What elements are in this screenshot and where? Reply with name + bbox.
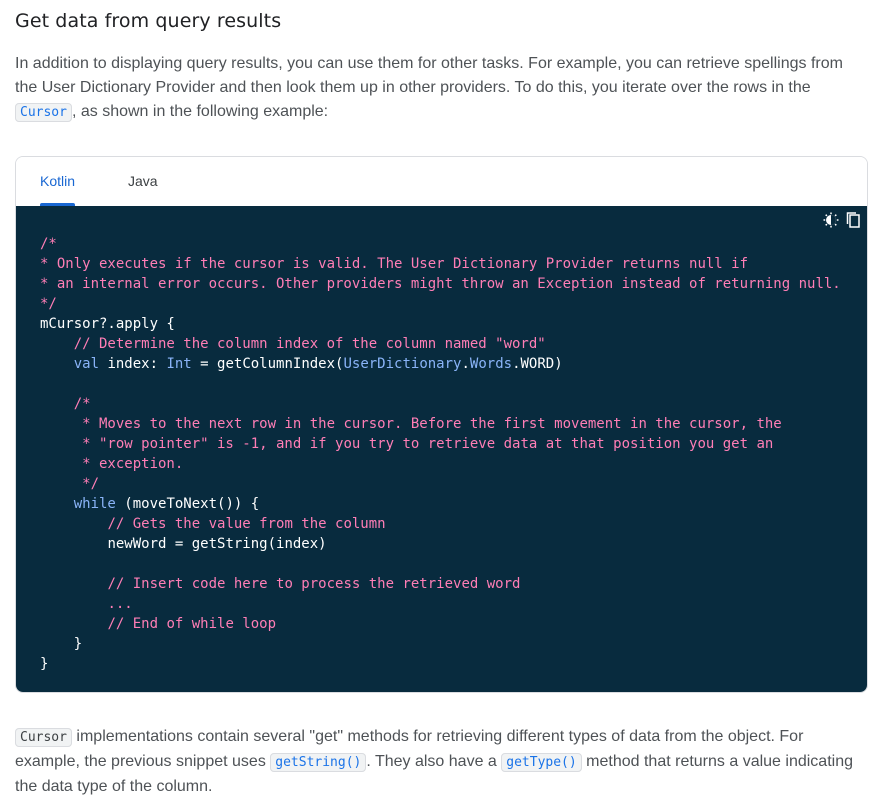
code-line: * Only executes if the cursor is valid. … <box>40 256 749 272</box>
code-token: (moveToNext()) { <box>115 496 260 512</box>
intro-text-2: , as shown in the following example: <box>71 103 329 120</box>
cursor-code-link[interactable]: Cursor <box>15 103 72 122</box>
outro-paragraph: Cursor implementations contain several "… <box>15 725 869 799</box>
code-line: * "row pointer" is -1, and if you try to… <box>73 436 774 452</box>
tab-java[interactable]: Java <box>128 157 158 206</box>
code-line: } <box>40 656 49 672</box>
code-class: UserDictionary <box>343 356 462 372</box>
code-snippet: Kotlin Java /* * Only executes if the cu… <box>15 156 868 693</box>
intro-paragraph: In addition to displaying query results,… <box>15 52 869 125</box>
code-token: index: <box>99 356 167 372</box>
code-keyword: while <box>73 496 116 512</box>
code-block: /* * Only executes if the cursor is vali… <box>16 206 867 692</box>
tab-kotlin[interactable]: Kotlin <box>40 157 76 206</box>
code-line: /* <box>40 236 57 252</box>
code-line: newWord = getString(index) <box>107 536 327 552</box>
code-token: . <box>461 356 470 372</box>
code-keyword: val <box>73 356 100 372</box>
code-class: Words <box>469 356 513 372</box>
cursor-code: Cursor <box>15 728 72 747</box>
gettype-code-link[interactable]: getType() <box>501 753 582 772</box>
code-line: // Insert code here to process the retri… <box>107 576 521 592</box>
code-token: .WORD) <box>512 356 563 372</box>
code-token: = getColumnIndex( <box>191 356 344 372</box>
code-line: } <box>40 636 83 652</box>
code-line: // Gets the value from the column <box>107 516 386 532</box>
intro-text-1: In addition to displaying query results,… <box>15 55 843 96</box>
section-heading: Get data from query results <box>15 10 282 32</box>
code-toolbar <box>823 212 861 228</box>
dark-mode-toggle-icon[interactable] <box>823 212 839 228</box>
getstring-code-link[interactable]: getString() <box>270 753 367 772</box>
code-line: */ <box>73 476 100 492</box>
code-line: * exception. <box>73 456 184 472</box>
language-tabs: Kotlin Java <box>16 157 867 207</box>
outro-text-2: . They also have a <box>366 753 502 770</box>
code-line: ... <box>107 596 133 612</box>
code-line: /* <box>73 396 91 412</box>
code-type: Int <box>166 356 192 372</box>
page: Get data from query results In addition … <box>0 0 885 810</box>
code-line: // Determine the column index of the col… <box>40 336 546 352</box>
code-text: /* * Only executes if the cursor is vali… <box>40 234 841 674</box>
code-line: mCursor?.apply { <box>40 316 175 332</box>
code-line: * an internal error occurs. Other provid… <box>40 276 841 292</box>
code-line: // End of while loop <box>107 616 277 632</box>
code-line: * Moves to the next row in the cursor. B… <box>73 416 782 432</box>
copy-icon[interactable] <box>845 212 861 228</box>
code-line: */ <box>40 296 57 312</box>
